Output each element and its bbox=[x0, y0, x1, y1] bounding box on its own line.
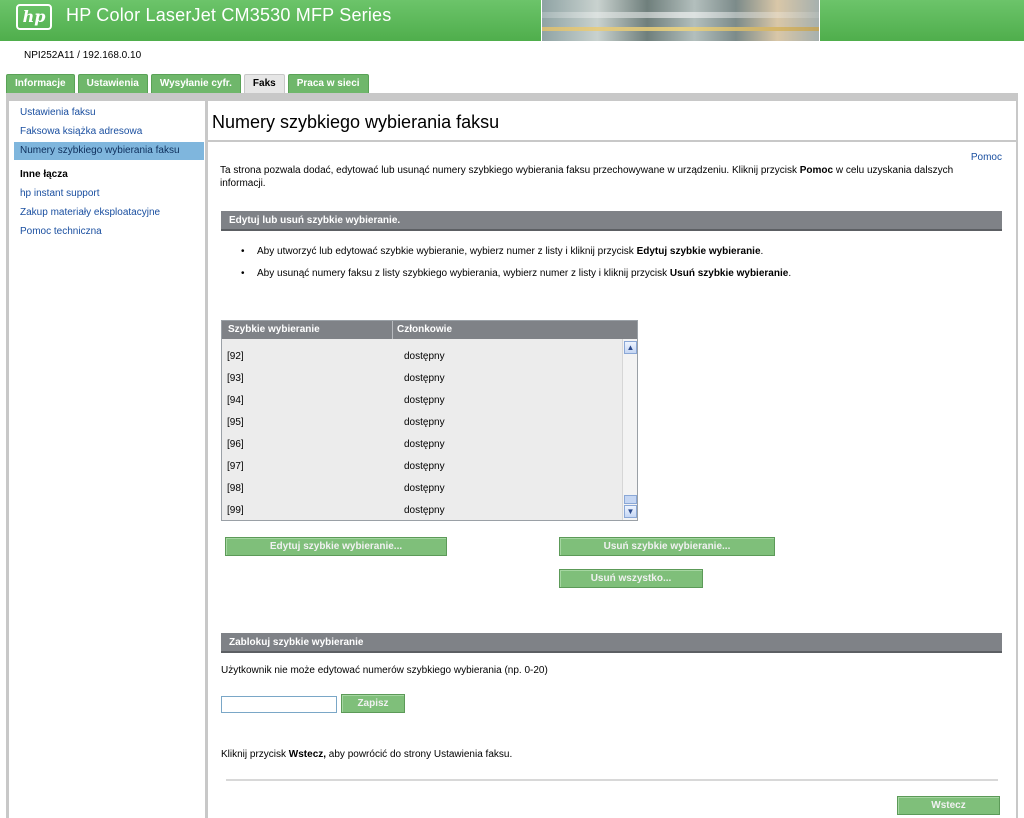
back-instruction: Kliknij przycisk Wstecz, aby powrócić do… bbox=[221, 749, 512, 760]
tab-ustawienia[interactable]: Ustawienia bbox=[77, 74, 148, 93]
delete-all-button[interactable]: Usuń wszystko... bbox=[559, 569, 703, 588]
lock-description: Użytkownik nie może edytować numerów szy… bbox=[221, 665, 548, 676]
sidebar-other-links-heading: Inne łącza bbox=[20, 169, 68, 180]
list-item[interactable]: [97] dostępny bbox=[222, 456, 622, 478]
list-item-members: dostępny bbox=[404, 417, 445, 428]
edit-speed-dial-button[interactable]: Edytuj szybkie wybieranie... bbox=[225, 537, 447, 556]
bullet-delete-period: . bbox=[788, 268, 792, 279]
list-item-number: [93] bbox=[227, 373, 244, 384]
speed-dial-list[interactable]: Szybkie wybieranie Członkowie [92] dostęp… bbox=[221, 320, 638, 521]
app-title: HP Color LaserJet CM3530 MFP Series bbox=[66, 5, 392, 25]
header-banner-image bbox=[541, 0, 820, 41]
bullet-edit-text: Aby utworzyć lub edytować szybkie wybier… bbox=[257, 246, 637, 257]
scroll-thumb[interactable] bbox=[624, 495, 637, 504]
bullet-edit-bold: Edytuj szybkie wybieranie bbox=[636, 246, 761, 257]
list-item-number: [98] bbox=[227, 483, 244, 494]
sidebar: Ustawienia faksu Faksowa książka adresow… bbox=[9, 101, 205, 818]
section-edit-header: Edytuj lub usuń szybkie wybieranie. bbox=[221, 211, 1002, 231]
intro-text-main: Ta strona pozwala dodać, edytować lub us… bbox=[220, 165, 800, 176]
bullet-delete-bold: Usuń szybkie wybieranie bbox=[669, 268, 789, 279]
list-item[interactable]: [99] dostępny bbox=[222, 500, 622, 520]
back-instruction-post: aby powrócić do strony Ustawienia faksu. bbox=[326, 749, 513, 760]
save-button[interactable]: Zapisz bbox=[341, 694, 405, 713]
intro-text-bold: Pomoc bbox=[799, 165, 834, 176]
list-item-number: [97] bbox=[227, 461, 244, 472]
tab-informacje[interactable]: Informacje bbox=[6, 74, 75, 93]
lock-range-input[interactable] bbox=[221, 696, 337, 713]
scroll-down-icon[interactable]: ▼ bbox=[624, 505, 637, 518]
list-item-number: [94] bbox=[227, 395, 244, 406]
list-item[interactable]: [96] dostępny bbox=[222, 434, 622, 456]
tab-faks[interactable]: Faks bbox=[243, 74, 285, 93]
main-tabs: Informacje Ustawienia Wysyłanie cyfr. Fa… bbox=[6, 74, 369, 93]
list-item-number: [92] bbox=[227, 351, 244, 362]
sidebar-item-szybkie-wybieranie[interactable]: Numery szybkiego wybierania faksu bbox=[14, 142, 204, 160]
back-instruction-bold: Wstecz, bbox=[288, 749, 327, 760]
list-header: Szybkie wybieranie Członkowie bbox=[222, 321, 637, 339]
back-button[interactable]: Wstecz bbox=[897, 796, 1000, 815]
list-item-members: dostępny bbox=[404, 395, 445, 406]
list-item[interactable]: [94] dostępny bbox=[222, 390, 622, 412]
bullet-delete: Aby usunąć numery faksu z listy szybkieg… bbox=[241, 268, 792, 279]
list-item-number: [95] bbox=[227, 417, 244, 428]
title-divider bbox=[208, 140, 1016, 142]
list-item-members: dostępny bbox=[404, 505, 445, 516]
tab-wysylanie-cyfr[interactable]: Wysyłanie cyfr. bbox=[150, 74, 241, 93]
list-item-members: dostępny bbox=[404, 483, 445, 494]
tab-praca-w-sieci[interactable]: Praca w sieci bbox=[287, 74, 369, 93]
list-item[interactable]: [95] dostępny bbox=[222, 412, 622, 434]
column-header-members: Członkowie bbox=[397, 324, 453, 335]
sidebar-item-ustawienia-faksu[interactable]: Ustawienia faksu bbox=[14, 104, 204, 122]
list-item-members: dostępny bbox=[404, 373, 445, 384]
back-instruction-pre: Kliknij przycisk bbox=[221, 749, 289, 760]
delete-speed-dial-button[interactable]: Usuń szybkie wybieranie... bbox=[559, 537, 775, 556]
sidebar-item-ksiazka-adresowa[interactable]: Faksowa książka adresowa bbox=[14, 123, 204, 141]
page-title: Numery szybkiego wybierania faksu bbox=[212, 112, 500, 132]
list-item[interactable]: [93] dostępny bbox=[222, 368, 622, 390]
sidebar-link-instant-support[interactable]: hp instant support bbox=[14, 185, 204, 203]
help-link[interactable]: Pomoc bbox=[971, 152, 1002, 163]
list-scrollbar[interactable]: ▲ ▼ bbox=[622, 339, 637, 520]
list-item-members: dostępny bbox=[404, 351, 445, 362]
sidebar-link-support[interactable]: Pomoc techniczna bbox=[14, 223, 204, 241]
bullet-edit-period: . bbox=[760, 246, 764, 257]
section-lock-header: Zablokuj szybkie wybieranie bbox=[221, 633, 1002, 653]
list-item-number: [96] bbox=[227, 439, 244, 450]
sidebar-link-supplies[interactable]: Zakup materiały eksploatacyjne bbox=[14, 204, 204, 222]
list-item-members: dostępny bbox=[404, 461, 445, 472]
device-address: NPI252A11 / 192.168.0.10 bbox=[24, 50, 142, 61]
bottom-divider bbox=[226, 779, 998, 781]
hp-logo: hp bbox=[16, 4, 52, 30]
bullet-edit: Aby utworzyć lub edytować szybkie wybier… bbox=[241, 246, 764, 257]
list-item[interactable]: [92] dostępny bbox=[222, 346, 622, 368]
list-item-members: dostępny bbox=[404, 439, 445, 450]
intro-text: Ta strona pozwala dodać, edytować lub us… bbox=[220, 164, 980, 190]
list-item[interactable]: [98] dostępny bbox=[222, 478, 622, 500]
column-header-speed-dial: Szybkie wybieranie bbox=[228, 324, 320, 335]
scroll-up-icon[interactable]: ▲ bbox=[624, 341, 637, 354]
header-bar: hp HP Color LaserJet CM3530 MFP Series bbox=[0, 0, 1024, 41]
bullet-delete-text: Aby usunąć numery faksu z listy szybkieg… bbox=[257, 268, 670, 279]
list-item-number: [99] bbox=[227, 505, 244, 516]
